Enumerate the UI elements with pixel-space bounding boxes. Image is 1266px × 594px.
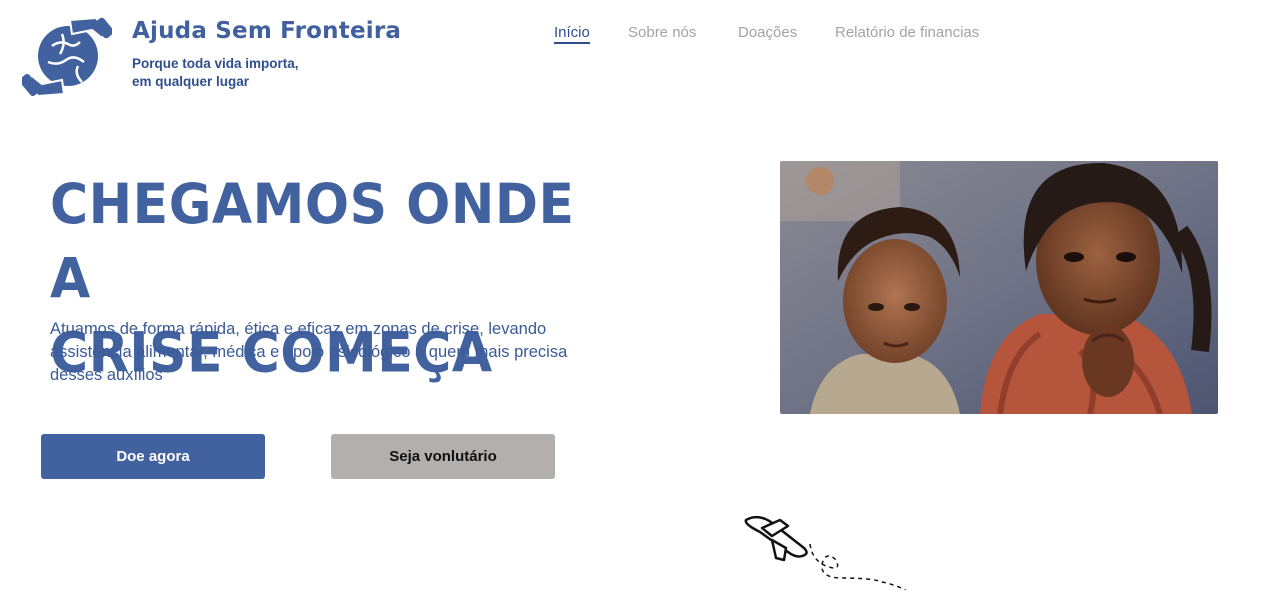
hands-globe-icon: [22, 16, 112, 98]
brand-name: Ajuda Sem Fronteira: [132, 18, 402, 44]
tagline-line-2: em qualquer lugar: [132, 74, 250, 89]
airplane-icon: [744, 515, 907, 590]
tagline-line-1: Porque toda vida importa,: [132, 56, 299, 71]
nav-sobre-nos[interactable]: Sobre nós: [628, 24, 696, 41]
hero-description: Atuamos de forma rápida, ética e eficaz …: [50, 320, 568, 384]
hero-title-line-1: CHEGAMOS ONDE A: [50, 173, 575, 312]
nav-doacoes[interactable]: Doações: [738, 24, 797, 41]
nav-inicio[interactable]: Início: [554, 24, 590, 44]
tagline: Porque toda vida importa, em qualquer lu…: [132, 55, 332, 91]
nav-relatorio[interactable]: Relatório de financias: [835, 24, 979, 41]
hero-photo-children: [780, 161, 1218, 414]
volunteer-button[interactable]: Seja vonlutário: [331, 434, 555, 479]
donate-button[interactable]: Doe agora: [41, 434, 265, 479]
